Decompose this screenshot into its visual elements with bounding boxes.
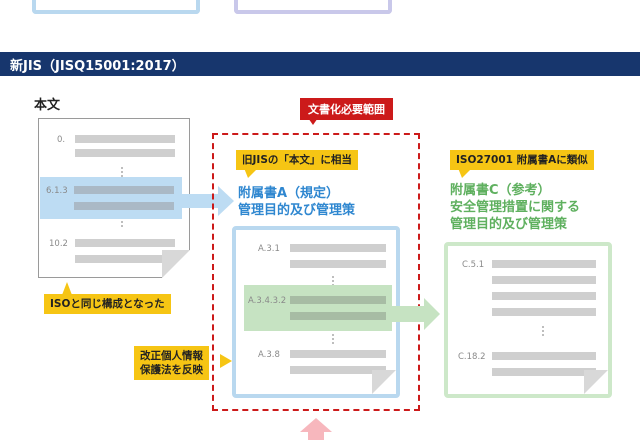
text-line [290, 296, 386, 304]
revision-callout-line1: 改正個人情報 [140, 350, 203, 362]
annex-c-similar-callout: ISO27001 附属書Aに類似 [450, 150, 594, 170]
text-line [290, 312, 386, 320]
ellipsis-dot [332, 334, 334, 336]
text-line [290, 350, 386, 358]
annex-c-ref-c-18-2: C.18.2 [458, 352, 486, 362]
text-line [74, 202, 174, 210]
callout-pointer [62, 282, 72, 295]
ellipsis-dot [542, 326, 544, 328]
ellipsis-dot [332, 280, 334, 282]
callout-pointer [220, 354, 232, 368]
honbun-ref-10-2: 10.2 [49, 239, 68, 249]
previous-doc-blue-remnant [32, 0, 200, 14]
ellipsis-dot [332, 342, 334, 344]
ellipsis-dot [332, 276, 334, 278]
annex-a-heading-line1: 附属書A（規定） [238, 186, 340, 201]
text-line [290, 260, 386, 268]
pink-up-arrow [300, 418, 332, 440]
highlight-6-1-3 [40, 177, 182, 219]
annex-a-ref-a-3-8: A.3.8 [258, 350, 280, 360]
callout-pointer [244, 168, 258, 178]
annex-a-equivalent-callout: 旧JISの「本文」に相当 [236, 150, 358, 170]
honbun-ref-0: 0. [57, 135, 66, 145]
callout-pointer [458, 168, 472, 178]
ellipsis-dot [542, 330, 544, 332]
text-line [492, 292, 596, 300]
page-curl-corner [584, 370, 608, 394]
scope-label-pointer [306, 115, 320, 125]
iso-same-structure-callout: ISOと同じ構成となった [44, 294, 171, 314]
ellipsis-dot [121, 221, 123, 223]
annex-c-heading-line1: 附属書C（参考） [450, 183, 551, 198]
text-line [492, 308, 596, 316]
ellipsis-dot [121, 225, 123, 227]
annex-a-ref-a-3-1: A.3.1 [258, 244, 280, 254]
text-line [75, 149, 175, 157]
text-line [290, 244, 386, 252]
honbun-ref-6-1-3: 6.1.3 [46, 186, 68, 196]
page-curl-corner [372, 370, 396, 394]
ellipsis-dot [121, 171, 123, 173]
annex-a-ref-a-3-4-3-2: A.3.4.3.2 [248, 296, 287, 306]
page-curl-corner [162, 250, 190, 278]
annex-c-document: C.5.1 C.18.2 [448, 246, 608, 394]
section-header-bar: 新JIS（JISQ15001:2017） [0, 52, 640, 76]
previous-doc-purple-remnant [234, 0, 392, 14]
text-line [75, 255, 175, 263]
text-line [75, 239, 175, 247]
annex-c-ref-c-5-1: C.5.1 [462, 260, 485, 270]
annex-c-heading-line3: 管理目的及び管理策 [450, 217, 568, 232]
ellipsis-dot [332, 338, 334, 340]
arrow-to-annex-c [392, 298, 440, 330]
highlight-a-3-4-3-2 [244, 285, 392, 331]
ellipsis-dot [542, 334, 544, 336]
text-line [492, 276, 596, 284]
text-line [492, 368, 596, 376]
honbun-label: 本文 [34, 98, 61, 113]
ellipsis-dot [121, 167, 123, 169]
revision-callout-line2: 保護法を反映 [140, 364, 203, 376]
annex-a-heading-line2: 管理目的及び管理策 [238, 203, 356, 218]
section-title: 新JIS（JISQ15001:2017） [10, 59, 185, 74]
privacy-law-revision-callout: 改正個人情報 保護法を反映 [134, 346, 209, 380]
text-line [492, 260, 596, 268]
text-line [74, 186, 174, 194]
text-line [492, 352, 596, 360]
text-line [75, 135, 175, 143]
annex-c-heading-line2: 安全管理措置に関する [450, 200, 581, 215]
